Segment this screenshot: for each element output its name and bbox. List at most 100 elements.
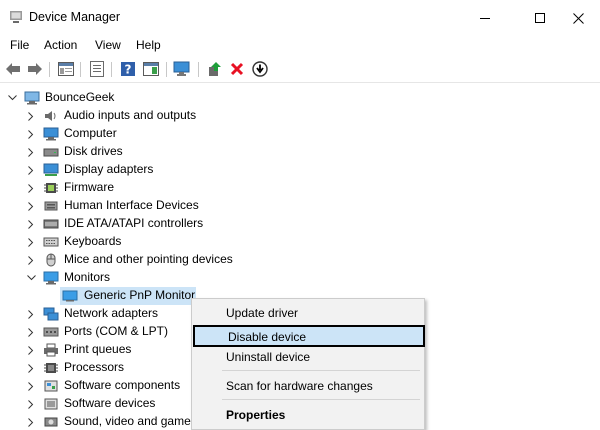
menu-help[interactable]: Help bbox=[136, 38, 161, 52]
ctx-uninstall-device[interactable]: Uninstall device bbox=[194, 347, 424, 367]
disk-drive-icon bbox=[43, 148, 59, 157]
action-pane-button[interactable] bbox=[142, 60, 160, 78]
tree-category[interactable]: Firmware bbox=[0, 179, 600, 197]
ctx-separator bbox=[222, 370, 420, 371]
toolbar-separator bbox=[198, 62, 199, 77]
svg-text:?: ? bbox=[125, 63, 132, 77]
properties-pane-icon bbox=[58, 62, 74, 76]
update-driver-button[interactable] bbox=[206, 60, 224, 78]
chevron-right-icon[interactable] bbox=[25, 179, 37, 197]
processor-icon bbox=[44, 363, 58, 373]
forward-icon bbox=[28, 63, 42, 75]
chevron-right-icon[interactable] bbox=[25, 197, 37, 215]
ctx-disable-device-label: Disable device bbox=[228, 330, 307, 344]
chevron-right-icon[interactable] bbox=[25, 359, 37, 377]
ctx-update-driver-label: Update driver bbox=[226, 306, 299, 320]
close-icon bbox=[572, 12, 584, 24]
tree-category-label: Disk drives bbox=[64, 144, 123, 158]
tree-category-label: Ports (COM & LPT) bbox=[64, 324, 169, 338]
mouse-icon bbox=[46, 253, 56, 267]
chevron-right-icon[interactable] bbox=[25, 341, 37, 359]
computer-icon bbox=[43, 127, 59, 141]
minimize-button[interactable] bbox=[462, 0, 508, 36]
tree-category[interactable]: Display adapters bbox=[0, 161, 600, 179]
ctx-properties[interactable]: Properties bbox=[194, 405, 424, 425]
chevron-right-icon[interactable] bbox=[25, 413, 37, 430]
chevron-down-icon[interactable] bbox=[6, 89, 18, 107]
toolbar-separator bbox=[80, 62, 81, 77]
help-button[interactable]: ? bbox=[119, 60, 137, 78]
disable-button[interactable] bbox=[251, 60, 269, 78]
tree-category-label: Firmware bbox=[64, 180, 114, 194]
chevron-right-icon[interactable] bbox=[25, 305, 37, 323]
computer-icon bbox=[24, 91, 40, 105]
toolbar-separator bbox=[111, 62, 112, 77]
sound-icon bbox=[44, 417, 58, 427]
menu-bar: File Action View Help bbox=[0, 36, 600, 55]
window-title: Device Manager bbox=[29, 10, 121, 24]
details-icon bbox=[90, 61, 104, 77]
uninstall-button[interactable] bbox=[228, 60, 246, 78]
tree-category-label: Human Interface Devices bbox=[64, 198, 199, 212]
chevron-right-icon[interactable] bbox=[25, 125, 37, 143]
tree-category[interactable]: IDE ATA/ATAPI controllers bbox=[0, 215, 600, 233]
scan-hardware-icon bbox=[173, 61, 190, 76]
tree-category-label: Display adapters bbox=[64, 162, 154, 176]
menu-file[interactable]: File bbox=[10, 38, 29, 52]
ctx-scan-hardware-label: Scan for hardware changes bbox=[226, 379, 373, 393]
back-icon bbox=[6, 63, 20, 75]
firmware-icon bbox=[44, 183, 58, 193]
scan-hardware-button[interactable] bbox=[173, 60, 191, 78]
chevron-right-icon[interactable] bbox=[25, 233, 37, 251]
chevron-right-icon[interactable] bbox=[25, 143, 37, 161]
keyboard-icon bbox=[43, 237, 59, 247]
back-button[interactable] bbox=[4, 60, 22, 78]
tree-category[interactable]: Keyboards bbox=[0, 233, 600, 251]
tree-category-label: Mice and other pointing devices bbox=[64, 252, 233, 266]
tree-category[interactable]: Disk drives bbox=[0, 143, 600, 161]
close-button[interactable] bbox=[555, 0, 600, 36]
toolbar: ? bbox=[0, 56, 600, 83]
software-device-icon bbox=[44, 398, 58, 410]
tree-category-label: Audio inputs and outputs bbox=[64, 108, 197, 122]
monitor-icon bbox=[62, 290, 78, 302]
tree-category-label: Monitors bbox=[64, 270, 111, 284]
forward-button[interactable] bbox=[26, 60, 44, 78]
chevron-right-icon[interactable] bbox=[25, 107, 37, 125]
ctx-scan-hardware[interactable]: Scan for hardware changes bbox=[194, 376, 424, 396]
chevron-right-icon[interactable] bbox=[25, 161, 37, 179]
chevron-right-icon[interactable] bbox=[25, 377, 37, 395]
toolbar-separator bbox=[49, 62, 50, 77]
ctx-disable-device[interactable]: Disable device bbox=[193, 325, 425, 347]
menu-action[interactable]: Action bbox=[44, 38, 77, 52]
tree-category[interactable]: Mice and other pointing devices bbox=[0, 251, 600, 269]
details-button[interactable] bbox=[88, 60, 106, 78]
tree-category-label: Print queues bbox=[64, 342, 132, 356]
properties-pane-button[interactable] bbox=[57, 60, 75, 78]
tree-root-label: BounceGeek bbox=[45, 90, 115, 104]
chevron-right-icon[interactable] bbox=[25, 251, 37, 269]
tree-device-label: Generic PnP Monitor bbox=[84, 288, 196, 302]
ide-controller-icon bbox=[43, 219, 59, 229]
chevron-right-icon[interactable] bbox=[25, 395, 37, 413]
uninstall-icon bbox=[230, 62, 244, 76]
display-adapter-icon bbox=[43, 163, 59, 176]
menu-view[interactable]: View bbox=[95, 38, 121, 52]
tree-category[interactable]: Audio inputs and outputs bbox=[0, 107, 600, 125]
tree-category[interactable]: Computer bbox=[0, 125, 600, 143]
monitor-icon bbox=[43, 271, 59, 285]
tree-root[interactable]: BounceGeek bbox=[0, 89, 600, 107]
ctx-properties-label: Properties bbox=[226, 408, 286, 422]
chevron-right-icon[interactable] bbox=[25, 323, 37, 341]
ctx-uninstall-device-label: Uninstall device bbox=[226, 350, 311, 364]
printer-icon bbox=[44, 343, 58, 357]
tree-category[interactable]: Human Interface Devices bbox=[0, 197, 600, 215]
chevron-right-icon[interactable] bbox=[25, 215, 37, 233]
ctx-update-driver[interactable]: Update driver bbox=[194, 303, 424, 323]
minimize-icon bbox=[480, 17, 490, 19]
tree-category[interactable]: Monitors bbox=[0, 269, 600, 287]
context-menu: Update driver Disable device Uninstall d… bbox=[191, 298, 425, 430]
chevron-down-icon[interactable] bbox=[25, 269, 37, 287]
tree-category-label: IDE ATA/ATAPI controllers bbox=[64, 216, 204, 230]
title-bar: Device Manager bbox=[0, 0, 600, 36]
